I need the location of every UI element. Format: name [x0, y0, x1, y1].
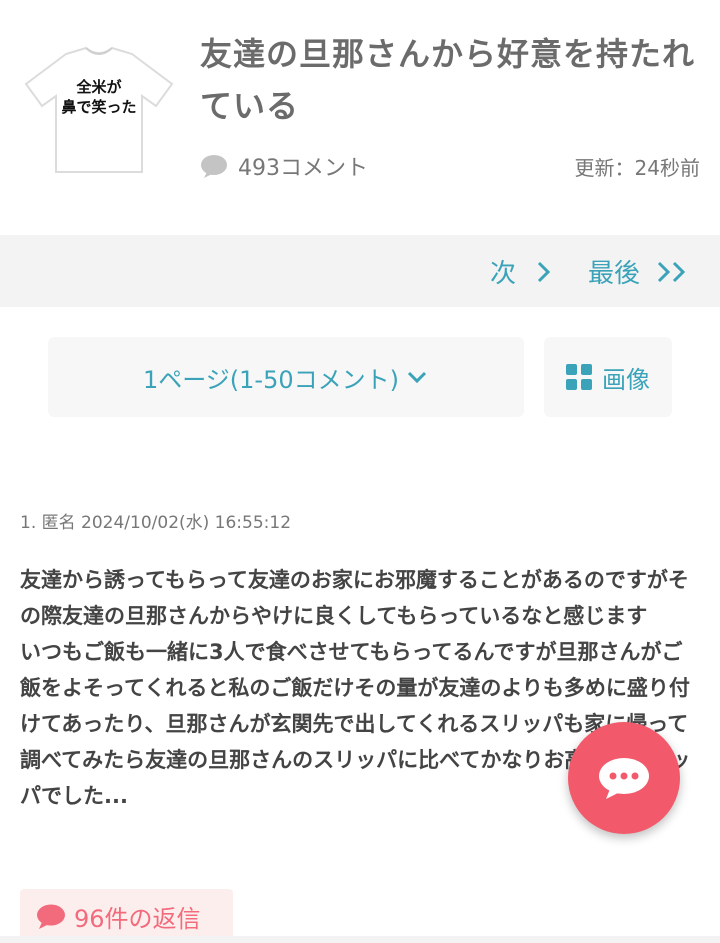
comment-count-text: 493コメント [238, 156, 368, 181]
image-gallery-button[interactable]: 画像 [544, 337, 672, 417]
replies-label: 96件の返信 [74, 904, 201, 933]
image-button-label: 画像 [602, 365, 650, 394]
grid-icon [566, 364, 592, 390]
comment-bubble-icon [201, 155, 227, 178]
chevron-down-icon [407, 371, 427, 384]
chat-bubble-icon [599, 758, 649, 799]
thumb-text-line1: 全米が [75, 78, 122, 96]
updated-time: 更新：24秒前 [574, 156, 700, 180]
comment-count: 493コメント [200, 150, 368, 182]
bottom-divider [0, 936, 720, 943]
last-page-link[interactable]: 最後 [588, 253, 692, 290]
page-select-dropdown[interactable]: 1ページ(1-50コメント) [48, 337, 524, 417]
next-page-link[interactable]: 次 [490, 253, 558, 290]
pager-bar: 次 最後 [0, 235, 720, 307]
comment-fab-button[interactable] [568, 722, 680, 834]
speech-bubble-icon [37, 904, 65, 929]
chevron-right-icon [537, 261, 551, 282]
page-select-label: 1ページ(1-50コメント) [143, 365, 399, 394]
thread-title[interactable]: 友達の旦那さんから好意を持たれている [200, 28, 700, 132]
thumb-text-line2: 鼻で笑った [61, 98, 136, 116]
next-label: 次 [490, 259, 517, 289]
thread-header: 全米が 鼻で笑った 友達の旦那さんから好意を持たれている 493コメント 更新：… [0, 0, 720, 235]
thread-thumbnail[interactable]: 全米が 鼻で笑った [24, 44, 174, 179]
double-chevron-right-icon [657, 261, 686, 282]
comment-meta: 1. 匿名 2024/10/02(水) 16:55:12 [20, 513, 292, 533]
last-label: 最後 [588, 259, 641, 289]
replies-button[interactable]: 96件の返信 [20, 889, 233, 943]
